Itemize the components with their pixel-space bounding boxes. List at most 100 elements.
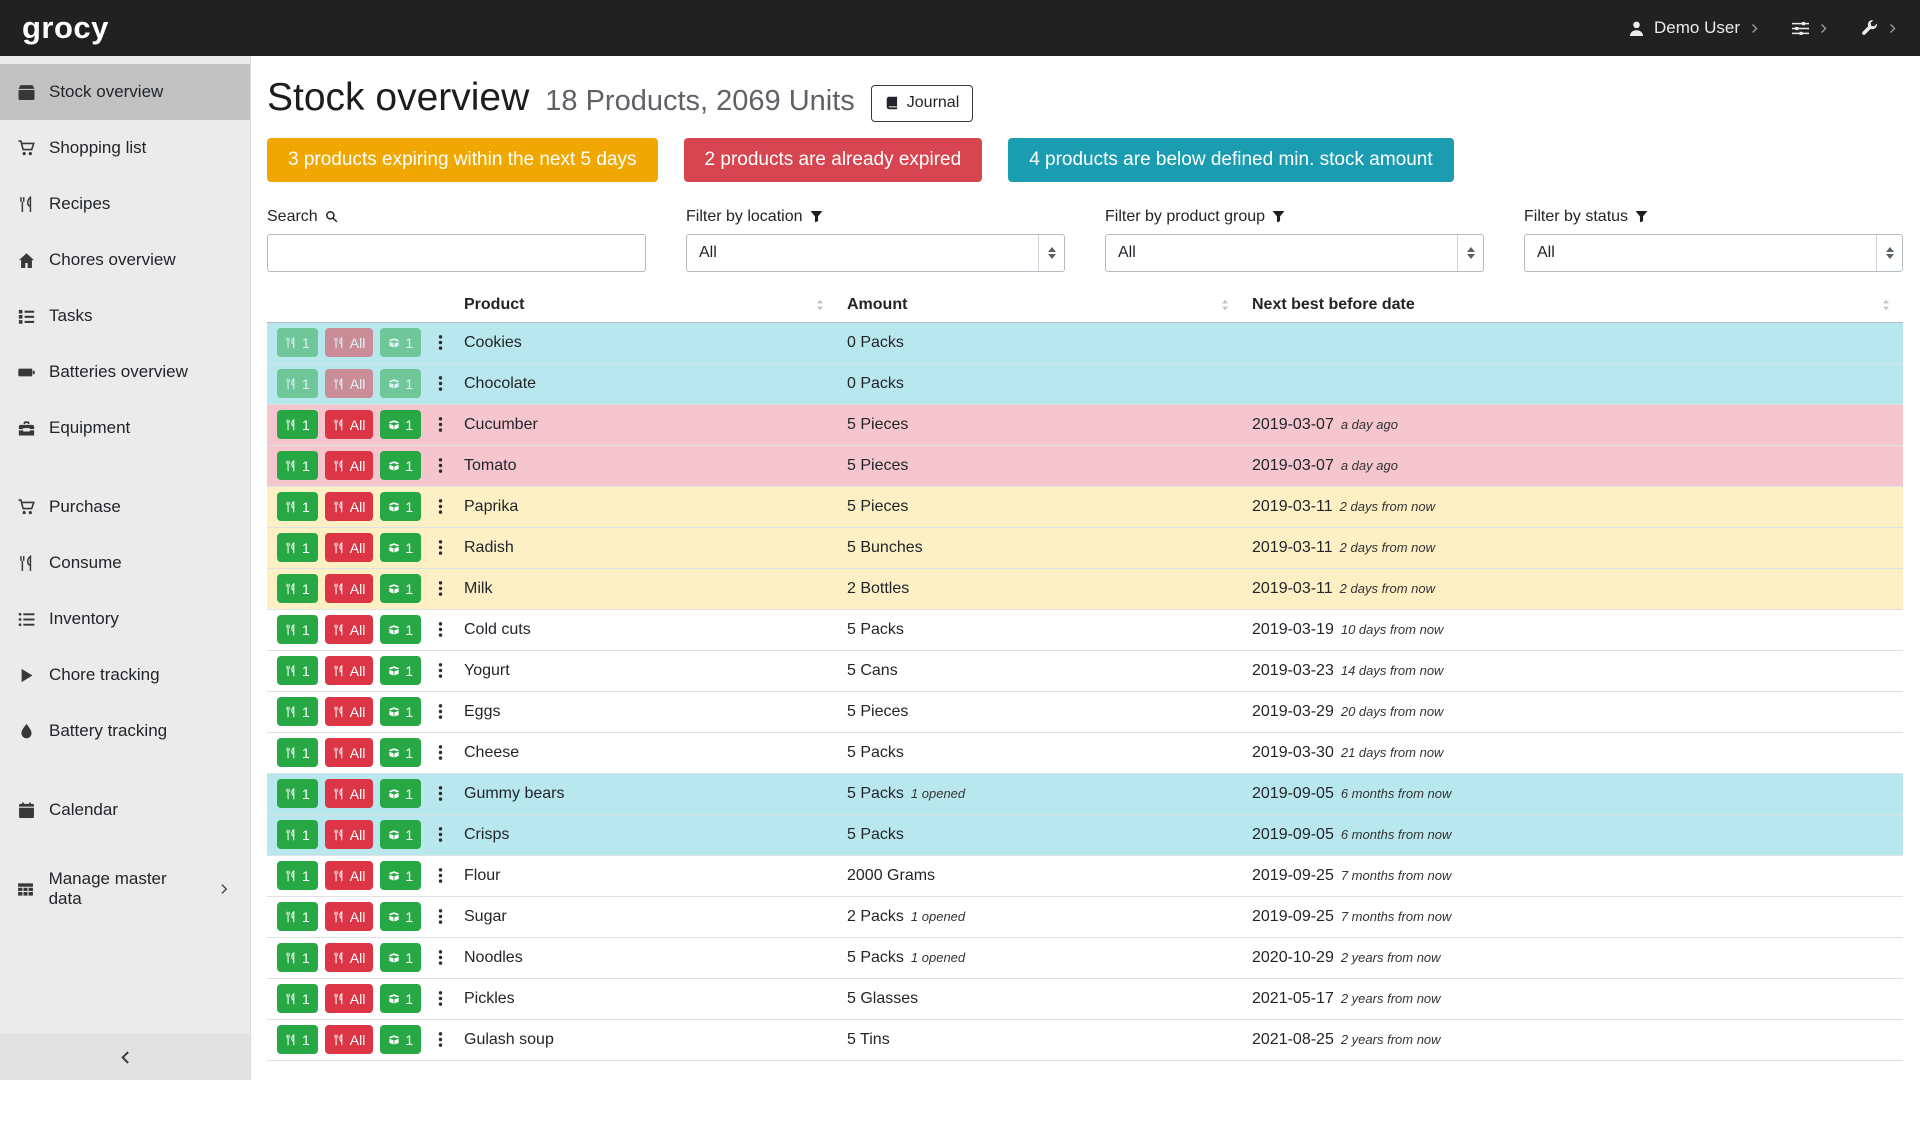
- open-one-button[interactable]: 1: [380, 943, 421, 972]
- sidebar-item-calendar[interactable]: Calendar: [0, 782, 250, 838]
- row-menu-button[interactable]: [432, 908, 449, 925]
- open-one-button[interactable]: 1: [380, 738, 421, 767]
- consume-all-button[interactable]: All: [325, 328, 374, 357]
- consume-one-button[interactable]: 1: [277, 410, 318, 439]
- open-one-button[interactable]: 1: [380, 451, 421, 480]
- open-one-button[interactable]: 1: [380, 1025, 421, 1054]
- consume-one-button[interactable]: 1: [277, 861, 318, 890]
- row-menu-button[interactable]: [432, 744, 449, 761]
- consume-one-button[interactable]: 1: [277, 902, 318, 931]
- open-one-button[interactable]: 1: [380, 779, 421, 808]
- row-menu-button[interactable]: [432, 703, 449, 720]
- sidebar-item-manage-master-data[interactable]: Manage master data: [0, 861, 250, 917]
- open-one-button[interactable]: 1: [380, 328, 421, 357]
- consume-one-button[interactable]: 1: [277, 574, 318, 603]
- open-one-button[interactable]: 1: [380, 861, 421, 890]
- open-one-button[interactable]: 1: [380, 369, 421, 398]
- location-select[interactable]: All: [686, 234, 1065, 272]
- sidebar-item-recipes[interactable]: Recipes: [0, 176, 250, 232]
- open-one-button[interactable]: 1: [380, 492, 421, 521]
- consume-one-button[interactable]: 1: [277, 697, 318, 726]
- open-one-button[interactable]: 1: [380, 697, 421, 726]
- open-one-button[interactable]: 1: [380, 574, 421, 603]
- sidebar-item-chore-tracking[interactable]: Chore tracking: [0, 647, 250, 703]
- consume-all-button[interactable]: All: [325, 779, 374, 808]
- open-one-button[interactable]: 1: [380, 533, 421, 562]
- sidebar-item-tasks[interactable]: Tasks: [0, 288, 250, 344]
- consume-one-button[interactable]: 1: [277, 615, 318, 644]
- expiring-alert[interactable]: 3 products expiring within the next 5 da…: [267, 138, 658, 182]
- consume-one-button[interactable]: 1: [277, 533, 318, 562]
- sidebar-collapse-button[interactable]: [0, 1034, 250, 1080]
- row-menu-button[interactable]: [432, 949, 449, 966]
- consume-all-button[interactable]: All: [325, 369, 374, 398]
- app-logo[interactable]: grocy: [22, 10, 109, 46]
- row-menu-button[interactable]: [432, 662, 449, 679]
- open-one-button[interactable]: 1: [380, 820, 421, 849]
- open-one-button[interactable]: 1: [380, 615, 421, 644]
- column-header-amount[interactable]: Amount: [837, 290, 1242, 323]
- row-menu-button[interactable]: [432, 1031, 449, 1048]
- consume-all-button[interactable]: All: [325, 697, 374, 726]
- row-menu-button[interactable]: [432, 867, 449, 884]
- column-header-product[interactable]: Product: [454, 290, 837, 323]
- sidebar-item-inventory[interactable]: Inventory: [0, 591, 250, 647]
- sidebar-item-shopping-list[interactable]: Shopping list: [0, 120, 250, 176]
- product-group-select[interactable]: All: [1105, 234, 1484, 272]
- consume-one-button[interactable]: 1: [277, 1025, 318, 1054]
- below-min-stock-alert[interactable]: 4 products are below defined min. stock …: [1008, 138, 1453, 182]
- journal-button[interactable]: Journal: [871, 85, 973, 122]
- row-menu-button[interactable]: [432, 457, 449, 474]
- sidebar-item-equipment[interactable]: Equipment: [0, 400, 250, 456]
- row-menu-button[interactable]: [432, 375, 449, 392]
- expired-alert[interactable]: 2 products are already expired: [684, 138, 983, 182]
- sidebar-item-stock-overview[interactable]: Stock overview: [0, 64, 250, 120]
- consume-all-button[interactable]: All: [325, 738, 374, 767]
- consume-one-button[interactable]: 1: [277, 820, 318, 849]
- row-menu-button[interactable]: [432, 990, 449, 1007]
- consume-all-button[interactable]: All: [325, 984, 374, 1013]
- consume-all-button[interactable]: All: [325, 574, 374, 603]
- admin-settings-menu[interactable]: [1861, 20, 1898, 37]
- open-one-button[interactable]: 1: [380, 902, 421, 931]
- consume-all-button[interactable]: All: [325, 820, 374, 849]
- consume-one-button[interactable]: 1: [277, 779, 318, 808]
- row-menu-button[interactable]: [432, 785, 449, 802]
- open-one-button[interactable]: 1: [380, 656, 421, 685]
- sidebar-item-chores-overview[interactable]: Chores overview: [0, 232, 250, 288]
- consume-one-button[interactable]: 1: [277, 328, 318, 357]
- consume-one-button[interactable]: 1: [277, 369, 318, 398]
- consume-all-button[interactable]: All: [325, 902, 374, 931]
- user-menu[interactable]: Demo User: [1628, 18, 1760, 38]
- sidebar-item-battery-tracking[interactable]: Battery tracking: [0, 703, 250, 759]
- row-menu-button[interactable]: [432, 498, 449, 515]
- row-menu-button[interactable]: [432, 621, 449, 638]
- consume-all-button[interactable]: All: [325, 492, 374, 521]
- row-menu-button[interactable]: [432, 826, 449, 843]
- consume-all-button[interactable]: All: [325, 943, 374, 972]
- row-menu-button[interactable]: [432, 580, 449, 597]
- open-one-button[interactable]: 1: [380, 984, 421, 1013]
- search-input[interactable]: [267, 234, 646, 272]
- sidebar-item-purchase[interactable]: Purchase: [0, 479, 250, 535]
- sidebar-item-batteries-overview[interactable]: Batteries overview: [0, 344, 250, 400]
- row-menu-button[interactable]: [432, 416, 449, 433]
- column-header-next-best-before-date[interactable]: Next best before date: [1242, 290, 1903, 323]
- consume-all-button[interactable]: All: [325, 656, 374, 685]
- consume-one-button[interactable]: 1: [277, 738, 318, 767]
- consume-all-button[interactable]: All: [325, 533, 374, 562]
- open-one-button[interactable]: 1: [380, 410, 421, 439]
- consume-one-button[interactable]: 1: [277, 451, 318, 480]
- consume-one-button[interactable]: 1: [277, 943, 318, 972]
- consume-all-button[interactable]: All: [325, 861, 374, 890]
- consume-one-button[interactable]: 1: [277, 656, 318, 685]
- row-menu-button[interactable]: [432, 539, 449, 556]
- consume-one-button[interactable]: 1: [277, 492, 318, 521]
- quick-settings-menu[interactable]: [1792, 20, 1829, 37]
- consume-all-button[interactable]: All: [325, 410, 374, 439]
- consume-all-button[interactable]: All: [325, 451, 374, 480]
- sidebar-item-consume[interactable]: Consume: [0, 535, 250, 591]
- status-select[interactable]: All: [1524, 234, 1903, 272]
- consume-all-button[interactable]: All: [325, 615, 374, 644]
- consume-all-button[interactable]: All: [325, 1025, 374, 1054]
